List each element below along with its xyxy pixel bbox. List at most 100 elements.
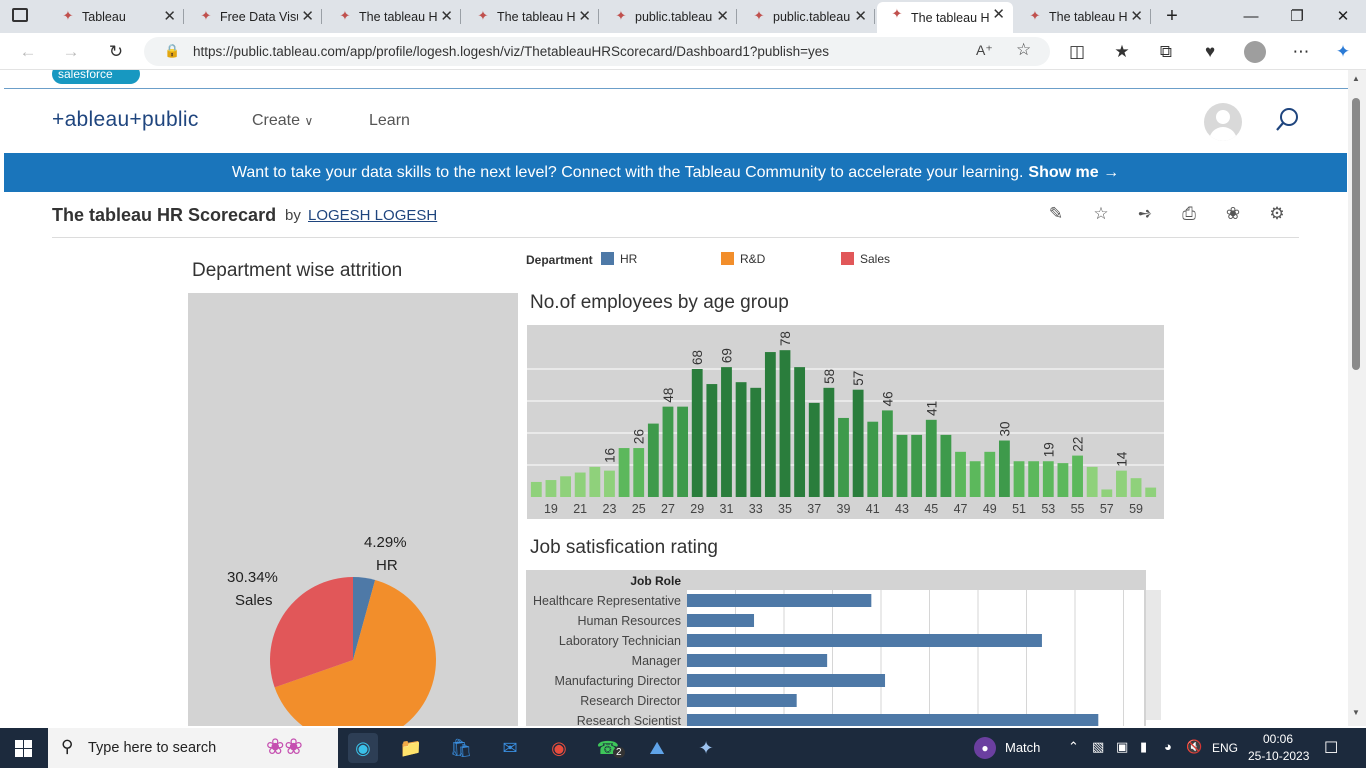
back-icon[interactable]: ← [16, 40, 40, 64]
age-bar[interactable] [633, 448, 645, 497]
age-bar[interactable] [838, 417, 849, 497]
age-bar[interactable] [677, 406, 689, 497]
age-bar[interactable] [794, 367, 806, 497]
photos-icon[interactable]: ⛰ [642, 733, 672, 763]
taskbar-search-box[interactable]: ⚲ Type here to search ❀❀ [48, 728, 338, 768]
viz-author-link[interactable]: LOGESH LOGESH [308, 207, 437, 224]
browser-tab[interactable]: ✦ The tableau H ✕ [1015, 4, 1151, 29]
page-scrollbar[interactable]: ▲ ▼ [1348, 70, 1366, 726]
age-bar[interactable] [647, 423, 659, 497]
nav-learn[interactable]: Learn [369, 112, 410, 130]
tray-device-icon[interactable]: ▧ [1092, 739, 1104, 755]
browser-tab[interactable]: ✦ Tableau ✕ [48, 4, 184, 29]
close-window-button[interactable]: ✕ [1320, 4, 1366, 28]
age-bar[interactable] [867, 421, 879, 497]
edge-taskbar-icon[interactable]: ◉ [348, 733, 378, 763]
age-bar[interactable] [691, 369, 703, 497]
mail-icon[interactable]: ✉ [495, 733, 525, 763]
salesforce-logo[interactable]: salesforce [52, 70, 140, 84]
tray-chevron-icon[interactable]: ⌃ [1068, 739, 1079, 755]
address-bar[interactable]: 🔒 https://public.tableau.com/app/profile… [144, 37, 1050, 66]
collections-icon[interactable]: ⧉ [1154, 40, 1178, 64]
age-bar[interactable] [1042, 461, 1054, 497]
age-bar[interactable] [721, 367, 732, 497]
age-bar[interactable] [560, 476, 571, 497]
edit-icon[interactable]: ✎ [1045, 203, 1067, 225]
tab-close-icon[interactable]: ✕ [854, 7, 867, 25]
clock-time[interactable]: 00:06 [1263, 732, 1293, 746]
age-bar[interactable] [911, 434, 923, 497]
age-bar[interactable] [881, 410, 893, 497]
age-bar[interactable] [1072, 455, 1083, 497]
language-indicator[interactable]: ENG [1212, 741, 1238, 755]
age-bar[interactable] [530, 481, 542, 497]
read-aloud-icon[interactable]: A⁺ [976, 42, 993, 59]
job-bar[interactable] [687, 654, 828, 667]
refresh-icon[interactable]: ↻ [104, 40, 128, 64]
job-bar[interactable] [687, 614, 755, 627]
minimize-button[interactable]: — [1228, 4, 1274, 28]
age-bar[interactable] [662, 406, 674, 497]
age-bar[interactable] [604, 470, 615, 497]
profile-icon[interactable] [1243, 40, 1267, 64]
tab-actions-icon[interactable] [12, 8, 28, 22]
tab-close-icon[interactable]: ✕ [301, 7, 314, 25]
age-bar[interactable] [1013, 461, 1025, 497]
user-avatar[interactable] [1204, 103, 1242, 141]
age-bar[interactable] [940, 434, 952, 497]
tableau-taskbar-icon[interactable]: ✦ [691, 733, 721, 763]
more-menu-icon[interactable]: ⋯ [1289, 40, 1313, 64]
tab-close-icon[interactable]: ✕ [163, 7, 176, 25]
age-bar[interactable] [925, 419, 937, 497]
job-bar[interactable] [687, 714, 1099, 726]
age-bar[interactable] [1145, 487, 1157, 497]
share-icon[interactable]: ➺ [1134, 203, 1156, 225]
notifications-icon[interactable]: ☐ [1324, 738, 1338, 758]
job-bar[interactable] [687, 674, 886, 687]
legend-item-hr[interactable]: HR [601, 252, 637, 266]
volume-icon[interactable]: 🔇 [1186, 739, 1202, 755]
age-bar[interactable] [998, 440, 1010, 497]
age-bar[interactable] [750, 387, 762, 497]
browser-tab[interactable]: ✦ The tableau H ✕ [877, 2, 1013, 33]
new-tab-button[interactable]: + [1160, 4, 1184, 28]
age-bar[interactable] [574, 472, 586, 497]
age-bar[interactable] [589, 466, 601, 497]
job-bar[interactable] [687, 594, 872, 607]
browser-tab[interactable]: ✦ Free Data Visu ✕ [186, 4, 322, 29]
age-bar[interactable] [1028, 461, 1040, 497]
age-bar[interactable] [969, 461, 981, 497]
age-bar[interactable] [1101, 489, 1113, 497]
browser-tab[interactable]: ✦ public.tableau ✕ [601, 4, 737, 29]
favorite-star-icon[interactable]: ☆ [1016, 40, 1031, 60]
wifi-icon[interactable]: ◕ [1164, 739, 1172, 754]
age-bar[interactable] [1116, 470, 1127, 497]
age-bar[interactable] [764, 352, 776, 497]
whatsapp-icon[interactable]: ☎ 2 [593, 733, 625, 763]
tab-close-icon[interactable]: ✕ [1130, 7, 1143, 25]
age-bar[interactable] [1086, 466, 1098, 497]
age-bar[interactable] [852, 389, 864, 497]
age-bar[interactable] [706, 384, 718, 497]
split-screen-icon[interactable]: ◫ [1065, 40, 1089, 64]
age-bar[interactable] [823, 387, 835, 497]
settings-gear-icon[interactable]: ⚙ [1266, 203, 1288, 225]
legend-item-rd[interactable]: R&D [721, 252, 765, 266]
clock-date[interactable]: 25-10-2023 [1248, 749, 1309, 763]
age-bar[interactable] [984, 451, 996, 497]
job-bar[interactable] [687, 694, 797, 707]
nav-create[interactable]: Create ∨ [252, 112, 313, 130]
tab-close-icon[interactable]: ✕ [440, 7, 453, 25]
url-text[interactable]: https://public.tableau.com/app/profile/l… [193, 44, 829, 59]
tab-close-icon[interactable]: ✕ [578, 7, 591, 25]
windows-start-icon[interactable] [15, 740, 32, 757]
age-bar[interactable] [545, 480, 557, 497]
badge-icon[interactable]: ❀ [1222, 203, 1244, 225]
file-explorer-icon[interactable]: 📁 [396, 733, 426, 763]
browser-tab[interactable]: ✦ The tableau H ✕ [325, 4, 461, 29]
page-scrollbar-thumb[interactable] [1352, 98, 1360, 370]
weather-text[interactable]: Match [1005, 740, 1040, 755]
favorites-icon[interactable]: ★ [1110, 40, 1134, 64]
age-bar[interactable] [955, 451, 966, 497]
weather-widget-icon[interactable]: ● [974, 737, 996, 759]
